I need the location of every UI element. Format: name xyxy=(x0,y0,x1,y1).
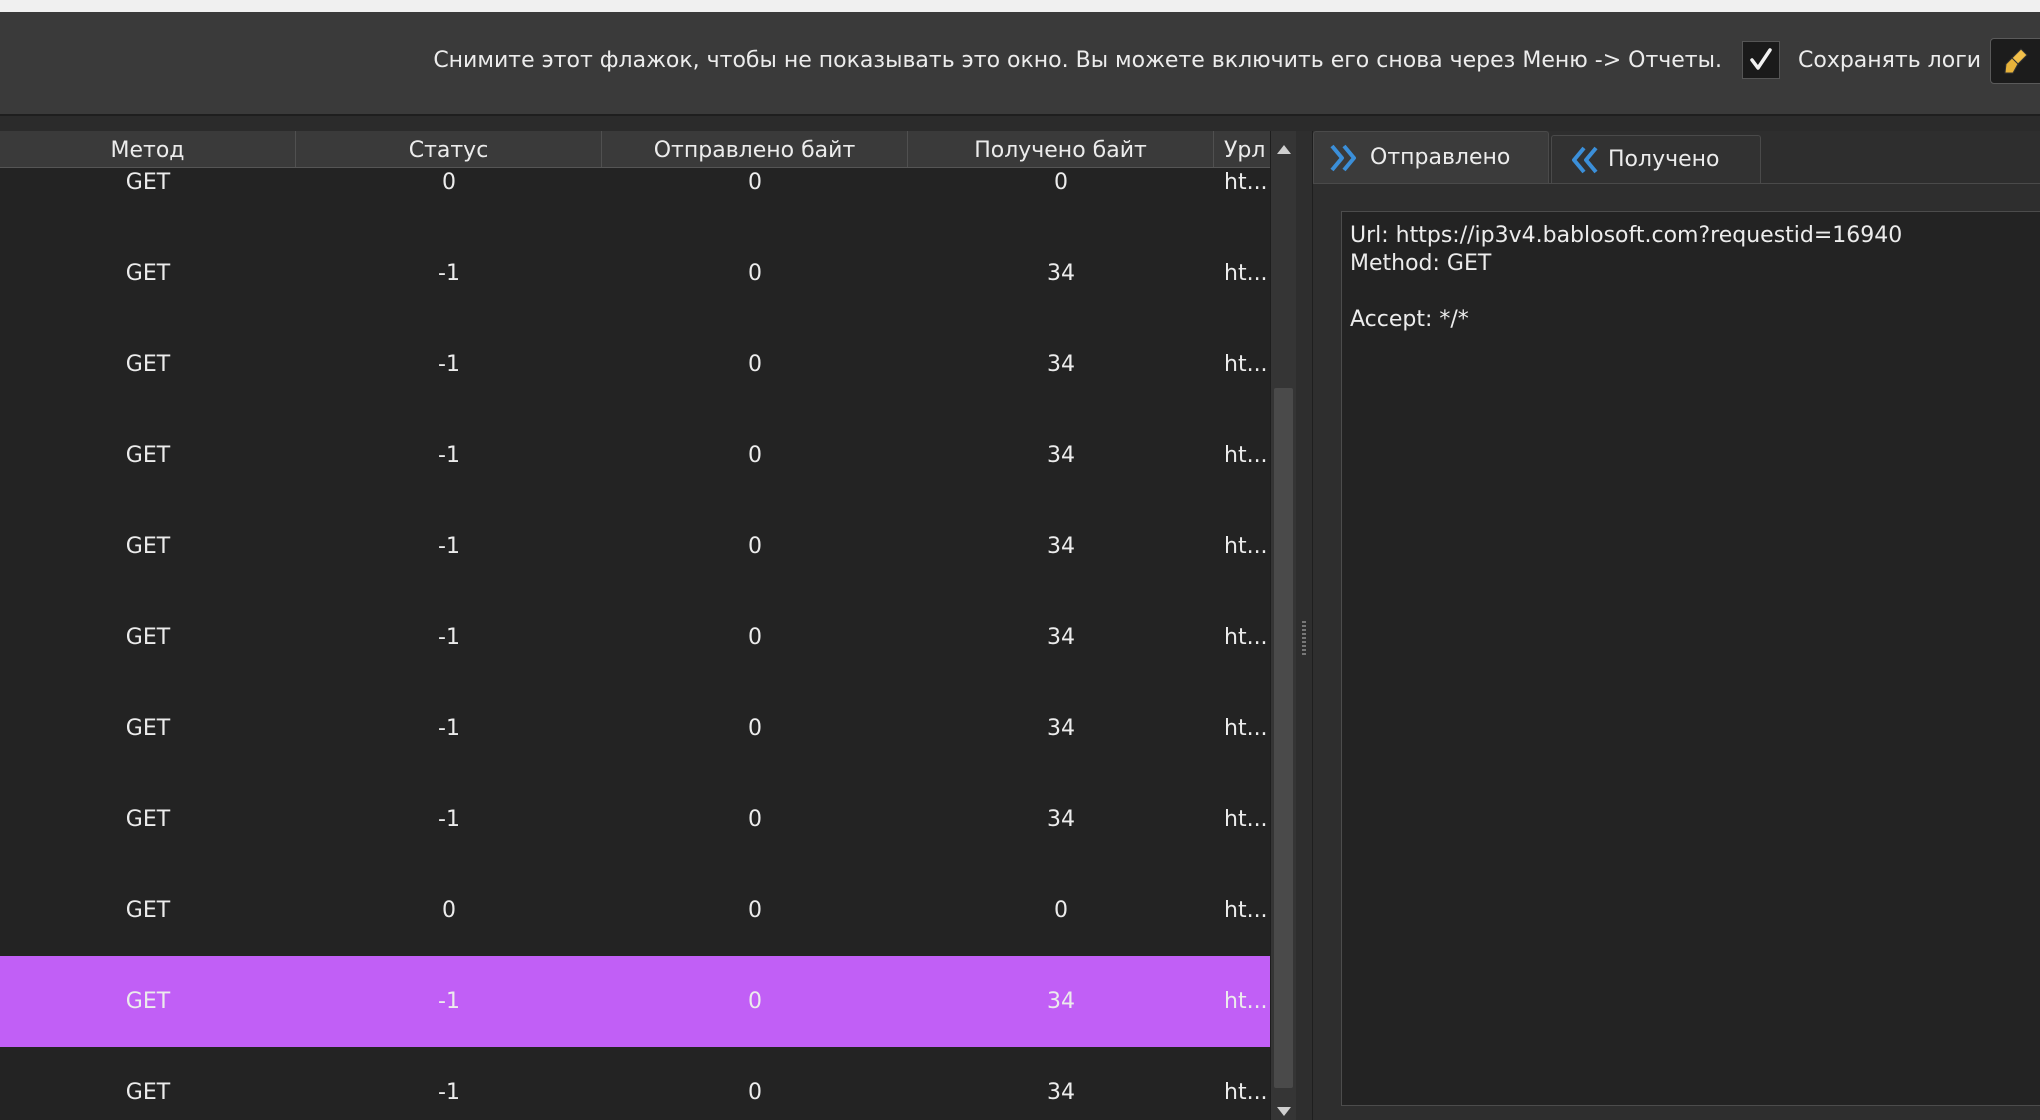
window-top-strip xyxy=(0,0,2040,12)
cell-method: GET xyxy=(125,897,171,923)
cell-status: -1 xyxy=(438,806,460,832)
logs-toolbar: Снимите этот флажок, чтобы не показывать… xyxy=(0,12,2040,116)
cell-sent-bytes: 0 xyxy=(748,260,762,286)
cell-received-bytes: 34 xyxy=(1047,533,1075,559)
cell-received-bytes: 34 xyxy=(1047,442,1075,468)
scroll-up-arrow-icon[interactable] xyxy=(1277,145,1291,154)
cell-received-bytes: 0 xyxy=(1054,897,1068,923)
cell-method: GET xyxy=(125,351,171,377)
broom-icon xyxy=(2004,48,2028,74)
table-row[interactable]: GET -1 0 34 ht... xyxy=(0,501,1270,592)
table-row[interactable]: GET 0 0 0 ht... xyxy=(0,865,1270,956)
cell-status: -1 xyxy=(438,442,460,468)
cell-url: ht... xyxy=(1224,1079,1268,1105)
cell-status: -1 xyxy=(438,624,460,650)
scrollbar-thumb[interactable] xyxy=(1274,388,1293,1088)
cell-url: ht... xyxy=(1224,806,1268,832)
column-header-status[interactable]: Статус xyxy=(296,131,602,167)
table-row[interactable]: GET -1 0 34 ht... xyxy=(0,228,1270,319)
column-header-received-bytes[interactable]: Получено байт xyxy=(908,131,1214,167)
tab-sent[interactable]: Отправлено xyxy=(1313,131,1549,183)
cell-url: ht... xyxy=(1224,169,1268,195)
tab-strip-divider xyxy=(1313,183,2040,184)
table-row[interactable]: GET -1 0 34 ht... xyxy=(0,955,1270,1047)
cell-method: GET xyxy=(125,624,171,650)
cell-method: GET xyxy=(125,988,171,1014)
checkmark-icon xyxy=(1750,48,1772,70)
table-header: Метод Статус Отправлено байт Получено ба… xyxy=(0,131,1270,168)
cell-method: GET xyxy=(125,260,171,286)
cell-url: ht... xyxy=(1224,351,1268,377)
cell-sent-bytes: 0 xyxy=(748,351,762,377)
column-header-sent-bytes[interactable]: Отправлено байт xyxy=(602,131,908,167)
cell-status: -1 xyxy=(438,1079,460,1105)
hint-text: Снимите этот флажок, чтобы не показывать… xyxy=(433,48,1722,73)
panel-splitter[interactable] xyxy=(1296,131,1312,1120)
cell-status: -1 xyxy=(438,715,460,741)
table-row[interactable]: GET -1 0 34 ht... xyxy=(0,319,1270,410)
cell-url: ht... xyxy=(1224,897,1268,923)
table-row[interactable]: GET -1 0 34 ht... xyxy=(0,774,1270,865)
clear-logs-button[interactable] xyxy=(1990,38,2040,84)
scroll-down-arrow-icon[interactable] xyxy=(1277,1107,1291,1116)
cell-sent-bytes: 0 xyxy=(748,897,762,923)
table-row[interactable]: GET -1 0 34 ht... xyxy=(0,683,1270,774)
cell-status: -1 xyxy=(438,988,460,1014)
cell-sent-bytes: 0 xyxy=(748,988,762,1014)
cell-method: GET xyxy=(125,533,171,559)
cell-sent-bytes: 0 xyxy=(748,624,762,650)
table-row[interactable]: GET -1 0 34 ht... xyxy=(0,410,1270,501)
cell-sent-bytes: 0 xyxy=(748,715,762,741)
cell-sent-bytes: 0 xyxy=(748,442,762,468)
table-vertical-scrollbar[interactable] xyxy=(1270,131,1296,1120)
cell-received-bytes: 34 xyxy=(1047,988,1075,1014)
double-chevron-left-icon xyxy=(1566,145,1600,175)
cell-method: GET xyxy=(125,442,171,468)
cell-sent-bytes: 0 xyxy=(748,1079,762,1105)
cell-url: ht... xyxy=(1224,533,1268,559)
cell-received-bytes: 34 xyxy=(1047,715,1075,741)
tab-received-label: Получено xyxy=(1608,147,1720,172)
cell-received-bytes: 0 xyxy=(1054,169,1068,195)
request-text-area[interactable]: Url: https://ip3v4.bablosoft.com?request… xyxy=(1341,211,2040,1106)
cell-status: 0 xyxy=(442,169,456,195)
cell-status: -1 xyxy=(438,351,460,377)
save-logs-label: Сохранять логи xyxy=(1798,48,1982,73)
cell-url: ht... xyxy=(1224,260,1268,286)
cell-method: GET xyxy=(125,1079,171,1105)
tab-received[interactable]: Получено xyxy=(1551,135,1761,183)
requests-table-body: GET 0 0 0 ht... GET -1 0 34 ht... GET -1 0 34 ht... GET… xyxy=(0,131,1270,1120)
cell-received-bytes: 34 xyxy=(1047,260,1075,286)
splitter-grip-icon[interactable] xyxy=(1302,621,1306,655)
table-row[interactable]: GET -1 0 34 ht... xyxy=(0,592,1270,683)
cell-method: GET xyxy=(125,715,171,741)
cell-status: 0 xyxy=(442,897,456,923)
cell-method: GET xyxy=(125,806,171,832)
cell-url: ht... xyxy=(1224,624,1268,650)
cell-sent-bytes: 0 xyxy=(748,169,762,195)
tab-sent-label: Отправлено xyxy=(1370,145,1511,170)
table-row[interactable]: GET -1 0 34 ht... xyxy=(0,1047,1270,1120)
cell-received-bytes: 34 xyxy=(1047,624,1075,650)
column-header-url[interactable]: Урл xyxy=(1214,131,1270,167)
request-details-panel: Отправлено Получено Url: https://ip3v4.b… xyxy=(1312,131,2040,1120)
cell-url: ht... xyxy=(1224,442,1268,468)
cell-method: GET xyxy=(125,169,171,195)
cell-url: ht... xyxy=(1224,715,1268,741)
column-header-method[interactable]: Метод xyxy=(0,131,296,167)
requests-table: GET 0 0 0 ht... GET -1 0 34 ht... GET -1 0 34 ht... GET… xyxy=(0,131,1296,1120)
cell-sent-bytes: 0 xyxy=(748,806,762,832)
cell-url: ht... xyxy=(1224,988,1268,1014)
cell-sent-bytes: 0 xyxy=(748,533,762,559)
cell-status: -1 xyxy=(438,533,460,559)
cell-received-bytes: 34 xyxy=(1047,1079,1075,1105)
cell-received-bytes: 34 xyxy=(1047,351,1075,377)
cell-status: -1 xyxy=(438,260,460,286)
save-logs-checkbox[interactable] xyxy=(1742,41,1780,79)
double-chevron-right-icon xyxy=(1328,143,1362,173)
cell-received-bytes: 34 xyxy=(1047,806,1075,832)
